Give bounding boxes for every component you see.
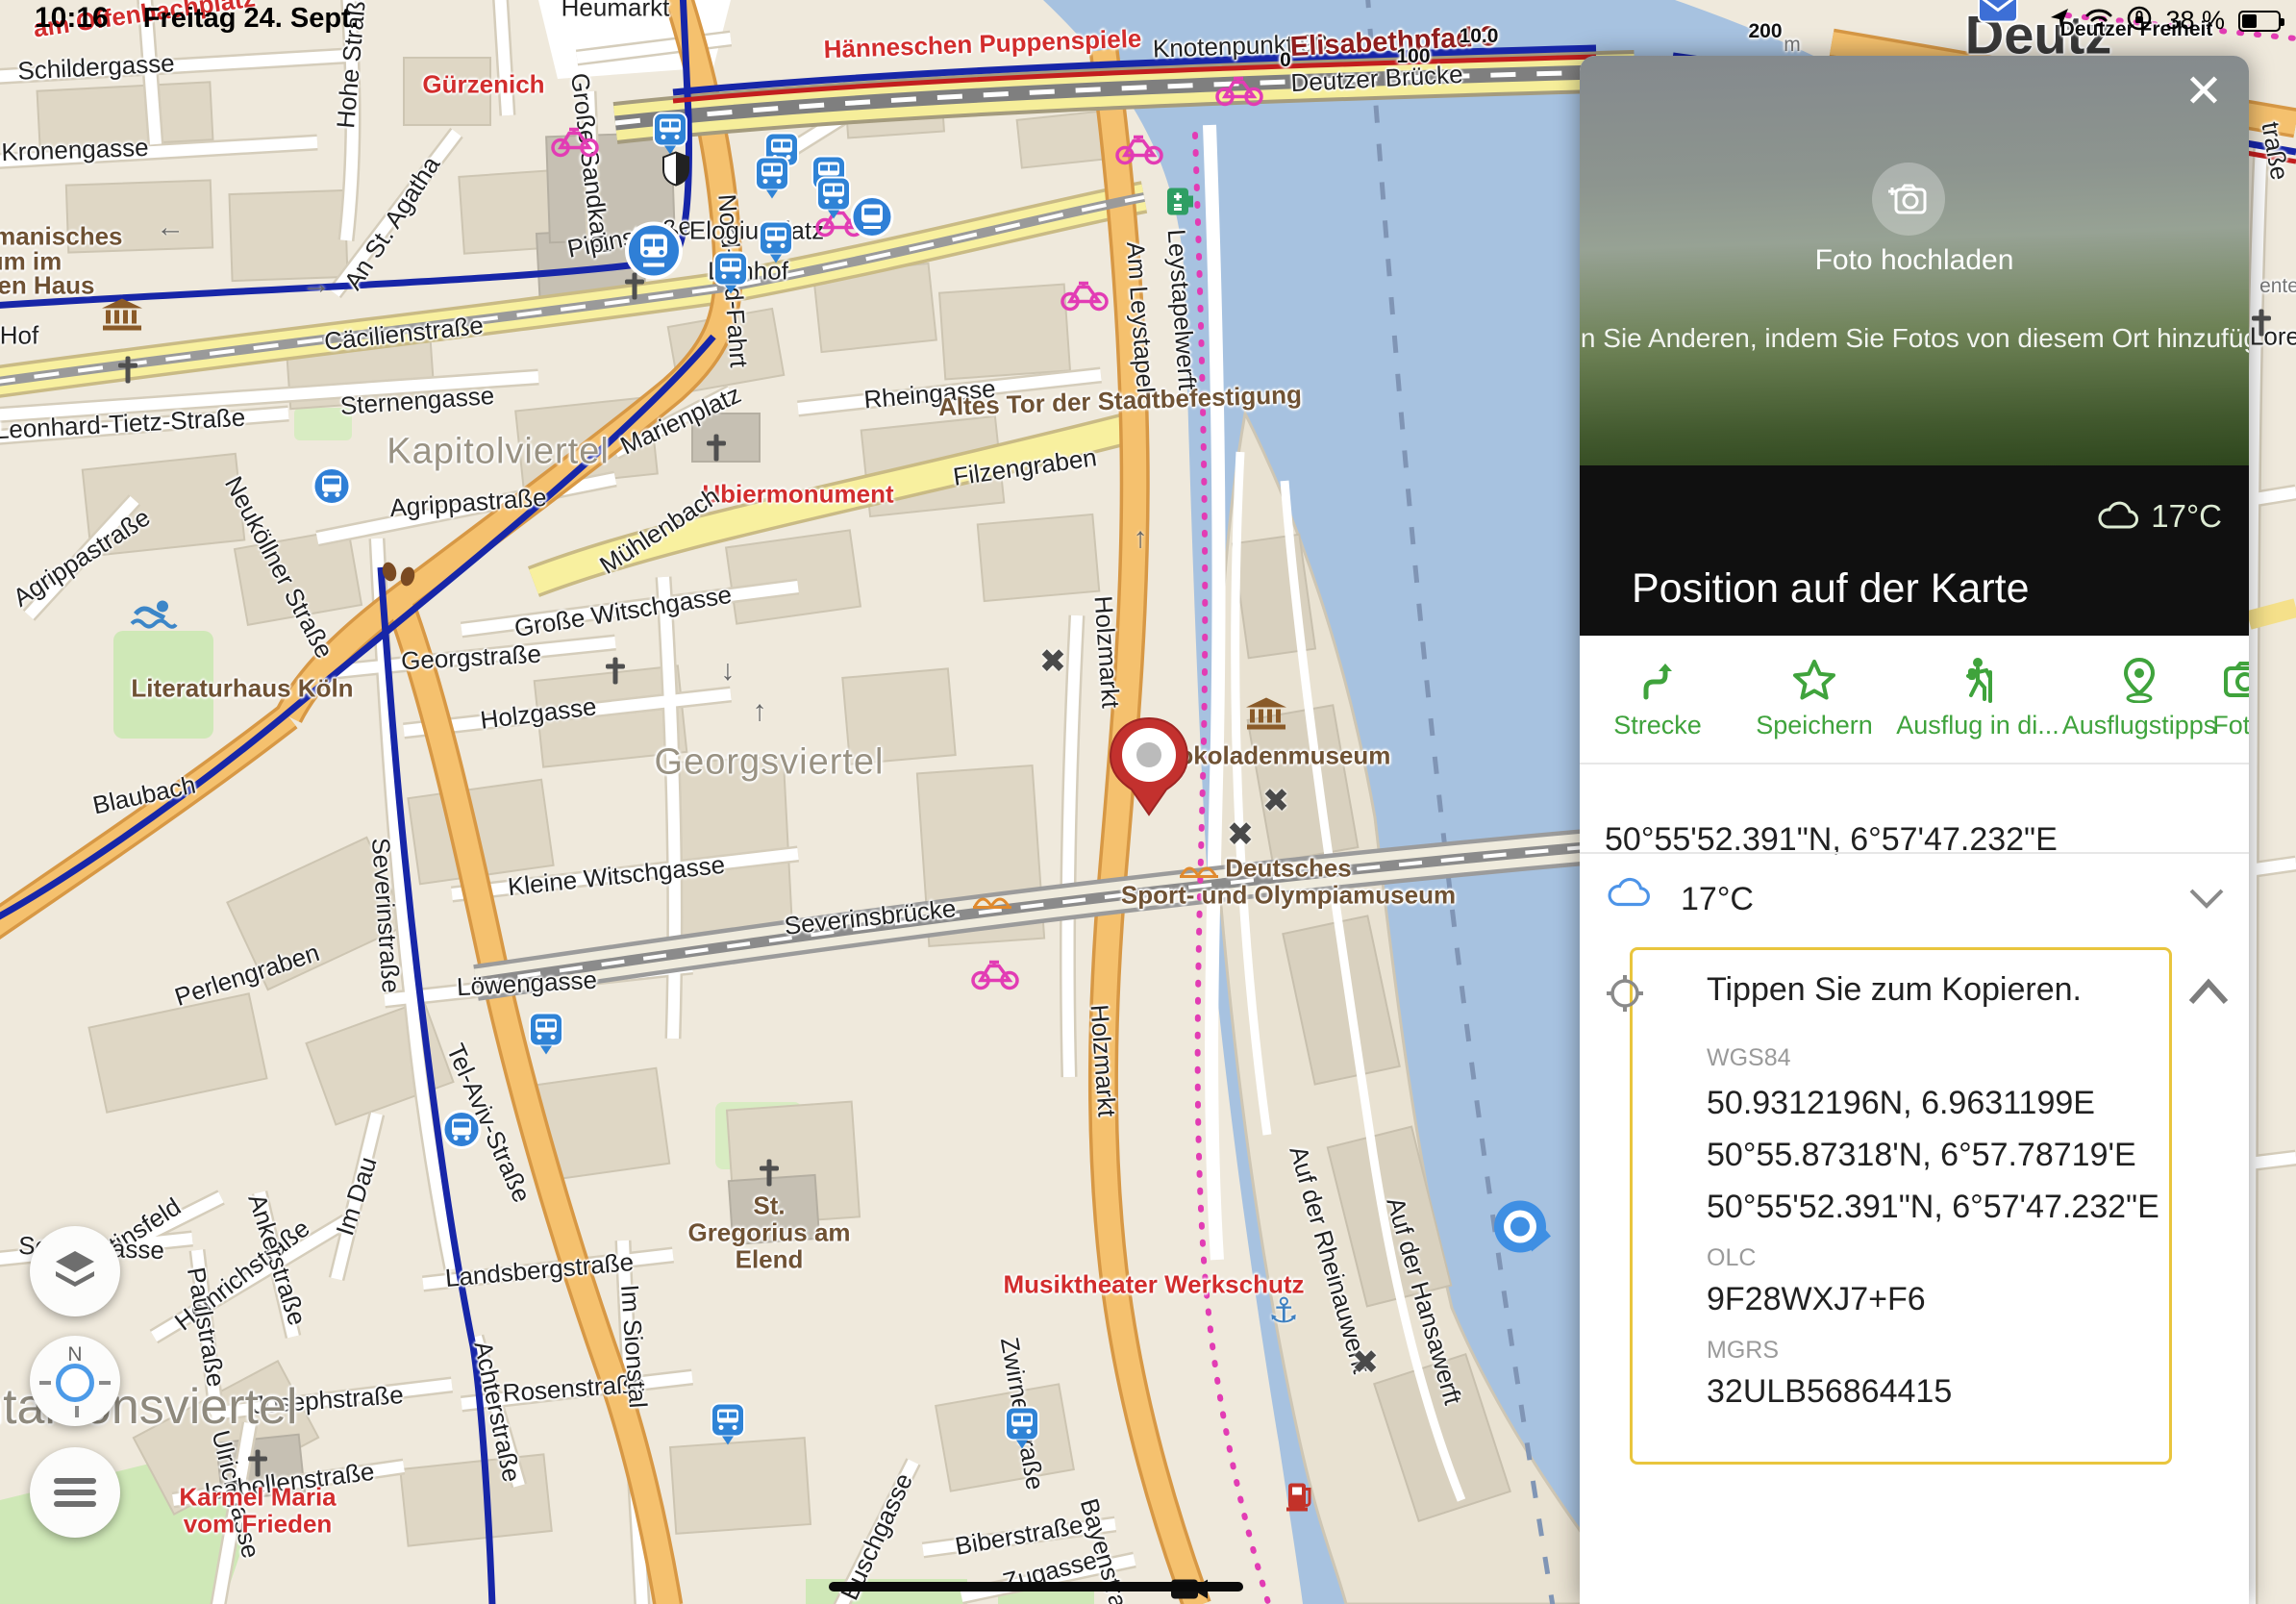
- coord-format-label: MGRS: [1707, 1337, 1779, 1365]
- action-fotos[interactable]: Fotos: [2168, 636, 2249, 763]
- weather-temp: 17°C: [1681, 881, 1754, 918]
- battery-icon: [2238, 11, 2281, 32]
- photo-upload-area[interactable]: Foto hochladen Helfen Sie Anderen, indem…: [1580, 56, 2249, 465]
- action-speichern[interactable]: Speichern: [1737, 636, 1891, 763]
- app-screen: am OffenbachplatzSchildergasseKronengass…: [0, 0, 2296, 1604]
- cloud-icon: [1607, 877, 1651, 910]
- compass-button[interactable]: N: [30, 1336, 120, 1426]
- add-photo-icon[interactable]: [1872, 163, 1945, 236]
- copy-hint[interactable]: Tippen Sie zum Kopieren.: [1707, 971, 2082, 1009]
- status-bar-left: 10:16 Freitag 24. Sept.: [35, 2, 359, 35]
- layers-button[interactable]: [30, 1226, 120, 1316]
- coord-value[interactable]: 50°55'52.391"N, 6°57'47.232"E: [1707, 1189, 2159, 1226]
- compass-icon: N: [30, 1336, 120, 1426]
- photo-helper-text: Helfen Sie Anderen, indem Sie Fotos von …: [1580, 323, 2249, 354]
- menu-button[interactable]: [30, 1447, 120, 1538]
- status-bar-right: 38 %: [2048, 6, 2281, 36]
- action-bar: StreckeSpeichernAusflug in di...Ausflugs…: [1580, 636, 2249, 763]
- battery-percent: 38 %: [2165, 6, 2225, 36]
- cloud-icon: [2097, 501, 2139, 532]
- chevron-up-icon[interactable]: [2187, 977, 2230, 1006]
- coord-value[interactable]: 9F28WXJ7+F6: [1707, 1281, 1926, 1318]
- wifi-icon: [2084, 7, 2113, 35]
- coord-value[interactable]: 50°55.87318'N, 6°57.78719'E: [1707, 1137, 2136, 1174]
- date: Freitag 24. Sept.: [143, 3, 359, 35]
- clock: 10:16: [35, 2, 109, 35]
- star-icon: [1792, 657, 1836, 703]
- photo-icon: [2223, 657, 2249, 703]
- chevron-down-icon[interactable]: [2187, 887, 2226, 912]
- route-icon: [1636, 657, 1679, 703]
- action-strecke[interactable]: Strecke: [1581, 636, 1734, 763]
- panel-header: 17°C Position auf der Karte: [1580, 465, 2249, 636]
- coord-format-label: WGS84: [1707, 1044, 1791, 1072]
- header-weather: 17°C: [2097, 498, 2222, 535]
- home-indicator[interactable]: [829, 1582, 1243, 1591]
- map-pin[interactable]: [1103, 713, 1195, 823]
- location-arrow-icon: [2048, 7, 2071, 35]
- crosshair-icon: [1603, 971, 1647, 1015]
- layers-icon: [50, 1247, 100, 1296]
- orientation-lock-icon: [2127, 6, 2152, 36]
- photo-upload-label: Foto hochladen: [1580, 244, 2249, 277]
- current-location-puck: [1487, 1192, 1557, 1266]
- weather-row[interactable]: 17°C: [1580, 852, 2249, 947]
- hike-icon: [1959, 657, 1997, 703]
- page-title: Position auf der Karte: [1632, 565, 2030, 613]
- close-icon[interactable]: ✕: [2184, 69, 2223, 115]
- action-ausflug-in-di-[interactable]: Ausflug in di...: [1901, 636, 2055, 763]
- coord-value[interactable]: 32ULB56864415: [1707, 1373, 1952, 1411]
- place-panel: Foto hochladen Helfen Sie Anderen, indem…: [1580, 56, 2249, 1604]
- pin-icon: [2120, 657, 2159, 703]
- hamburger-icon: [54, 1478, 96, 1507]
- coord-value[interactable]: 50.9312196N, 6.9631199E: [1707, 1085, 2095, 1122]
- coord-format-label: OLC: [1707, 1244, 1756, 1272]
